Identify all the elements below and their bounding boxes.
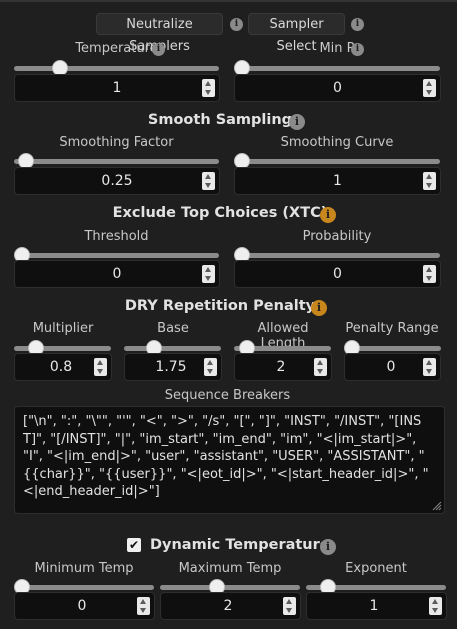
- allowed-length-spinner[interactable]: [314, 358, 327, 376]
- exponent-label: Exponent: [345, 561, 407, 576]
- maximum-temp-value[interactable]: 2: [161, 593, 295, 619]
- dynamic-temperature-checkbox[interactable]: ✔: [127, 538, 141, 552]
- sequence-breakers-label: Sequence Breakers: [164, 388, 291, 403]
- smoothing-curve-spinner[interactable]: [423, 172, 436, 190]
- probability-slider-track[interactable]: [234, 253, 440, 258]
- resize-grip-icon[interactable]: [432, 501, 442, 511]
- smoothing-factor-slider-track[interactable]: [14, 159, 219, 164]
- smoothing-factor-label: Smoothing Factor: [59, 135, 174, 150]
- min-p-label: Min P: [319, 41, 355, 56]
- smoothing-curve-label: Smoothing Curve: [280, 135, 394, 150]
- threshold-label: Threshold: [84, 229, 149, 244]
- multiplier-input[interactable]: 0.8: [14, 353, 112, 381]
- base-input[interactable]: 1.75: [124, 353, 222, 381]
- min-p-slider-track[interactable]: [234, 66, 440, 71]
- exponent-spinner[interactable]: [429, 597, 442, 615]
- smoothing-curve-slider-track[interactable]: [234, 159, 440, 164]
- probability-input[interactable]: 0: [234, 260, 441, 288]
- temperature-info-icon[interactable]: i: [152, 43, 165, 56]
- temperature-spinner[interactable]: [202, 79, 215, 97]
- maximum-temp-input[interactable]: 2: [160, 592, 301, 620]
- maximum-temp-slider-track[interactable]: [160, 585, 300, 590]
- base-slider-track[interactable]: [124, 346, 221, 351]
- base-spinner[interactable]: [204, 358, 217, 376]
- probability-label: Probability: [302, 229, 372, 244]
- dynamic-temperature-title: Dynamic Temperature: [150, 537, 330, 553]
- minimum-temp-input[interactable]: 0: [14, 592, 155, 620]
- penalty-range-label: Penalty Range: [345, 321, 439, 336]
- multiplier-spinner[interactable]: [94, 358, 107, 376]
- sequence-breakers-textarea[interactable]: ["\n", ":", "\"", "'", "<", ">", "/s", "…: [14, 406, 445, 514]
- smoothing-factor-spinner[interactable]: [202, 172, 215, 190]
- smooth-sampling-title: Smooth Sampling: [147, 112, 293, 128]
- dry-title: DRY Repetition Penalty: [124, 298, 316, 314]
- minimum-temp-slider-track[interactable]: [14, 585, 154, 590]
- top-divider: [0, 0, 457, 2]
- neutralize-samplers-button[interactable]: Neutralize Samplers: [96, 13, 223, 54]
- threshold-value[interactable]: 0: [15, 261, 219, 287]
- neutralize-info-icon[interactable]: i: [230, 18, 243, 31]
- temperature-slider-track[interactable]: [14, 66, 219, 71]
- exponent-input[interactable]: 1: [306, 592, 447, 620]
- minimum-temp-value[interactable]: 0: [15, 593, 149, 619]
- probability-spinner[interactable]: [423, 265, 436, 283]
- multiplier-label: Multiplier: [32, 321, 94, 336]
- base-label: Base: [157, 321, 189, 336]
- threshold-slider-track[interactable]: [14, 253, 219, 258]
- exponent-value[interactable]: 1: [307, 593, 441, 619]
- xtc-title: Exclude Top Choices (XTC): [112, 205, 328, 221]
- min-p-spinner[interactable]: [423, 79, 436, 97]
- min-p-value[interactable]: 0: [235, 75, 440, 101]
- probability-value[interactable]: 0: [235, 261, 440, 287]
- allowed-length-input[interactable]: 2: [234, 353, 332, 381]
- dynamic-temperature-info-icon[interactable]: i: [320, 539, 336, 555]
- temperature-value[interactable]: 1: [15, 75, 219, 101]
- dry-warning-icon[interactable]: i: [311, 300, 327, 316]
- smoothing-factor-input[interactable]: 0.25: [14, 167, 220, 195]
- xtc-warning-icon[interactable]: i: [320, 207, 336, 223]
- sampler-select-button[interactable]: Sampler Select: [248, 13, 345, 54]
- min-p-input[interactable]: 0: [234, 74, 441, 102]
- smoothing-curve-value[interactable]: 1: [235, 168, 440, 194]
- temperature-input[interactable]: 1: [14, 74, 220, 102]
- smoothing-factor-value[interactable]: 0.25: [15, 168, 219, 194]
- maximum-temp-spinner[interactable]: [283, 597, 296, 615]
- minimum-temp-label: Minimum Temp: [34, 561, 134, 576]
- smooth-sampling-info-icon[interactable]: i: [289, 114, 305, 130]
- smoothing-curve-input[interactable]: 1: [234, 167, 441, 195]
- maximum-temp-label: Maximum Temp: [178, 561, 282, 576]
- minimum-temp-spinner[interactable]: [137, 597, 150, 615]
- temperature-label: Temperature: [75, 41, 158, 56]
- penalty-range-spinner[interactable]: [423, 358, 436, 376]
- threshold-spinner[interactable]: [202, 265, 215, 283]
- sampler-select-info-icon[interactable]: i: [351, 18, 364, 31]
- threshold-input[interactable]: 0: [14, 260, 220, 288]
- penalty-range-input[interactable]: 0: [344, 353, 441, 381]
- min-p-info-icon[interactable]: i: [351, 43, 364, 56]
